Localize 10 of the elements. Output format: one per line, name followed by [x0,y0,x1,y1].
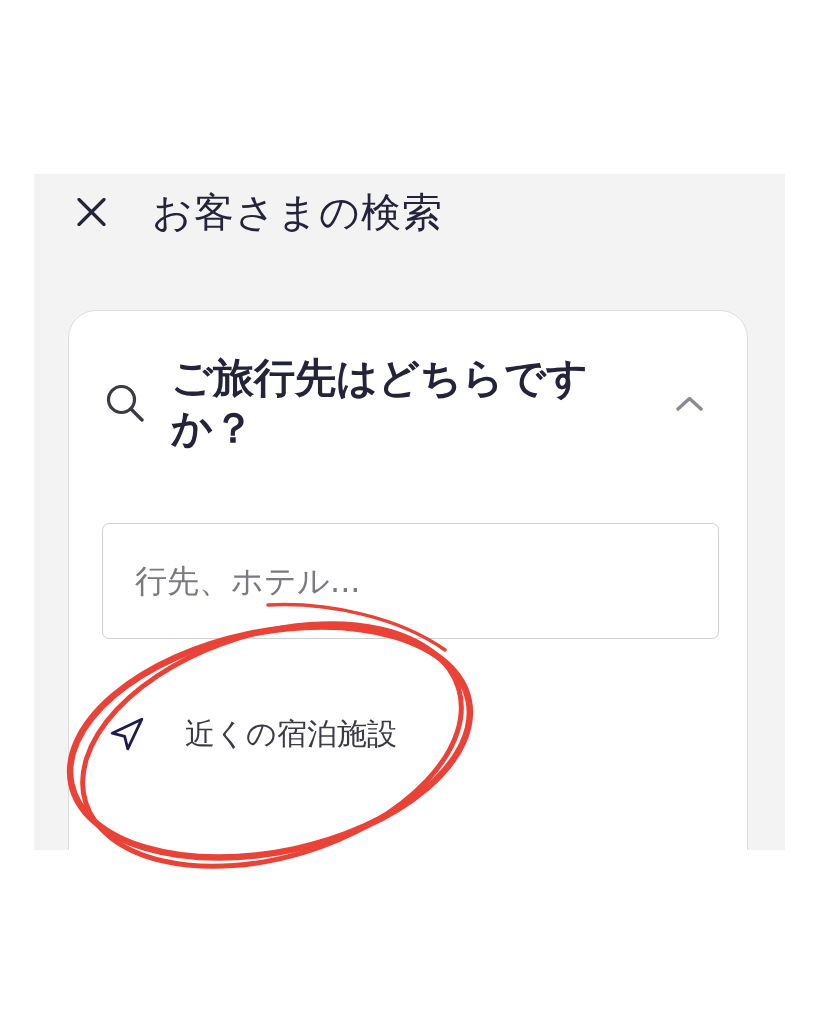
page-title: お客さまの検索 [152,188,443,236]
search-field[interactable]: 行先、ホテル... [102,523,719,639]
search-icon [106,384,144,422]
navigation-arrow-icon [110,717,144,751]
close-icon [77,198,106,226]
collapse-button[interactable] [676,395,703,411]
chevron-up-icon [676,395,703,411]
nearby-stays-option[interactable]: 近くの宿泊施設 [102,704,397,764]
close-button[interactable] [77,198,106,226]
destination-question: ご旅行先はどちらですか？ [171,353,589,453]
